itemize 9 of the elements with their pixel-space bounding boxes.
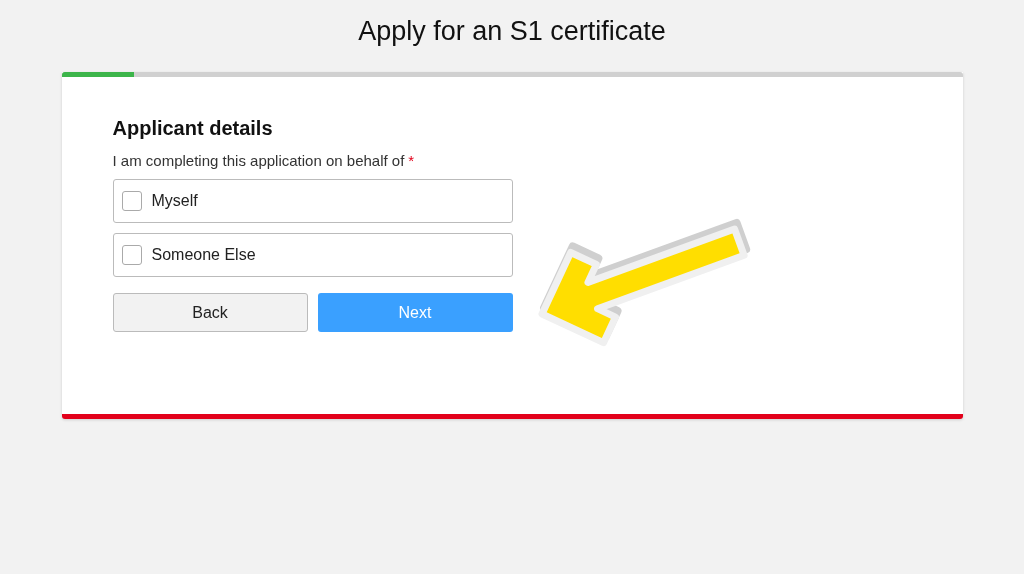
section-title: Applicant details [112, 117, 274, 140]
checkbox[interactable] [121, 191, 142, 211]
required-mark: * [408, 152, 415, 169]
option-choice[interactable]: Someone Else [112, 233, 513, 277]
back-button[interactable]: Back [112, 293, 308, 332]
page-title: Apply for an S1 certificate [358, 15, 666, 48]
checkbox[interactable] [121, 245, 142, 265]
option-choice[interactable]: Myself [112, 179, 513, 223]
question-label: I am completing this application on behalf of [112, 152, 405, 169]
